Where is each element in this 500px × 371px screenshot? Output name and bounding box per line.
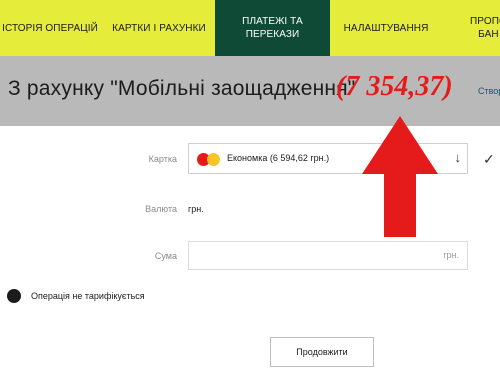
page-title: З рахунку "Мобільні заощадження" bbox=[8, 77, 356, 100]
sum-unit: грн. bbox=[443, 250, 459, 260]
sum-input[interactable]: грн. bbox=[188, 241, 468, 270]
nav-item-history[interactable]: ІСТОРІЯ ОПЕРАЦІЙ bbox=[0, 0, 100, 56]
nav-item-offers[interactable]: ПРОПО БАН bbox=[470, 0, 500, 56]
red-up-arrow-icon bbox=[362, 116, 438, 237]
continue-button[interactable]: Продовжити bbox=[270, 337, 374, 367]
sum-label: Сума bbox=[154, 251, 177, 261]
card-label: Картка bbox=[148, 154, 177, 164]
create-link[interactable]: Створ bbox=[478, 86, 500, 96]
top-navigation: ІСТОРІЯ ОПЕРАЦІЙ КАРТКИ І РАХУНКИ ПЛАТЕЖ… bbox=[0, 0, 500, 56]
arrow-down-icon[interactable]: ↓ bbox=[455, 150, 462, 165]
checkmark-icon[interactable]: ✓ bbox=[483, 151, 495, 168]
tariff-text: Операція не тарифікується bbox=[31, 291, 145, 301]
card-selected-value: Економка (6 594,62 грн.) bbox=[227, 153, 330, 163]
tariff-info-icon bbox=[7, 289, 21, 303]
nav-item-payments-transfers[interactable]: ПЛАТЕЖІ ТА ПЕРЕКАЗИ bbox=[215, 0, 330, 56]
nav-item-cards-accounts[interactable]: КАРТКИ І РАХУНКИ bbox=[103, 0, 215, 56]
account-balance: (7 354,37) bbox=[336, 71, 453, 102]
currency-value: грн. bbox=[188, 204, 204, 214]
currency-label: Валюта bbox=[145, 204, 177, 214]
nav-item-settings[interactable]: НАЛАШТУВАННЯ bbox=[330, 0, 442, 56]
mastercard-icon bbox=[197, 153, 221, 167]
